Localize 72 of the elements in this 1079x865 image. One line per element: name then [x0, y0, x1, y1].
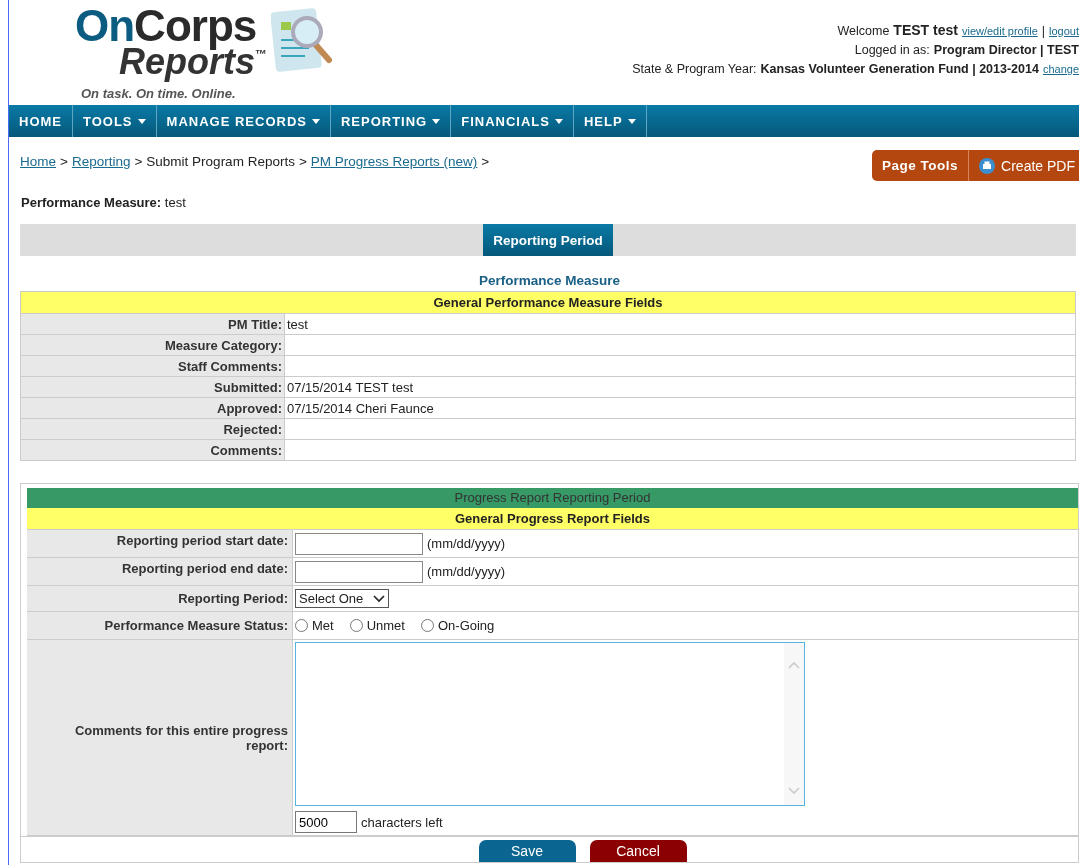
nav-menu-item[interactable]: TOOLS	[73, 105, 157, 137]
heading-label: Performance Measure:	[21, 195, 162, 210]
caret-icon	[137, 118, 146, 124]
field-label: Comments for this entire progress report:	[27, 640, 293, 835]
nav-menu-item[interactable]: HELP	[573, 105, 647, 137]
field-label: Reporting period end date:	[27, 558, 293, 585]
field-label: Staff Comments:	[21, 356, 285, 376]
welcome-text: Welcome	[837, 24, 890, 38]
field-value: test	[287, 316, 308, 332]
radio-label: Unmet	[366, 618, 405, 633]
chevron-icon	[373, 594, 386, 603]
page-tools-button[interactable]: Page Tools	[872, 150, 970, 181]
separator: |	[1041, 24, 1045, 38]
field-label: Reporting Period:	[27, 586, 293, 611]
field-label: Rejected:	[21, 419, 285, 439]
field-label: Comments:	[21, 440, 285, 460]
field-label: Measure Category:	[21, 335, 285, 355]
field-label: Reporting period start date:	[27, 530, 293, 557]
breadcrumb-link[interactable]: Reporting	[71, 154, 131, 169]
program-year-label: State & Program Year:	[632, 62, 757, 76]
counter-label: characters left	[361, 814, 443, 830]
date-field[interactable]	[295, 560, 423, 583]
field-label: Performance Measure Status:	[27, 612, 293, 639]
radio-button[interactable]	[349, 619, 363, 632]
section-title: Performance Measure	[477, 273, 622, 288]
role-value: Program Director | TEST	[933, 43, 1079, 57]
caret-icon	[311, 118, 320, 124]
breadcrumb-text: Submit Program Reports	[146, 154, 295, 169]
breadcrumb-separator: >	[298, 154, 307, 169]
breadcrumb-link[interactable]: PM Progress Reports (new)	[310, 154, 478, 169]
radio-button[interactable]	[420, 619, 434, 632]
breadcrumb-separator: >	[134, 154, 143, 169]
role-label: Logged in as:	[854, 43, 930, 57]
nav-menu-item[interactable]: FINANCIALS	[451, 105, 574, 137]
breadcrumb-separator: >	[60, 154, 68, 169]
characters-counter[interactable]: 5000	[295, 811, 357, 833]
date-format-hint: (mm/dd/yyyy)	[427, 536, 505, 551]
user-name: TEST test	[893, 22, 958, 38]
profile-link[interactable]: view/edit profile	[961, 25, 1038, 37]
nav-menu-item[interactable]: REPORTING	[330, 105, 452, 137]
section-header: Progress Report Reporting Period	[27, 488, 1078, 508]
section-tab[interactable]: Reporting Period	[483, 224, 613, 256]
caret-icon	[554, 118, 563, 124]
radio-button[interactable]	[295, 619, 308, 632]
cancel-button[interactable]: Cancel	[589, 840, 687, 862]
radio-label: On-Going	[437, 618, 495, 633]
date-field[interactable]	[295, 532, 423, 555]
heading-value: test	[164, 195, 186, 210]
program-year-value: Kansas Volunteer Generation Fund | 2013-2014	[760, 62, 1039, 76]
save-button[interactable]: Save	[478, 840, 576, 862]
radio-label: Met	[312, 618, 334, 633]
field-value: 07/15/2014 TEST test	[287, 379, 413, 395]
period-dropdown[interactable]: Select One	[295, 589, 390, 608]
field-label: Submitted:	[21, 377, 285, 397]
trademark-sign: ™	[255, 47, 268, 61]
breadcrumb-separator: >	[481, 154, 490, 169]
section-subtitle: General Performance Measure Fields	[21, 292, 1075, 314]
section-subtitle: General Progress Report Fields	[27, 508, 1078, 530]
field-label: Approved:	[21, 398, 285, 418]
nav-menu-item[interactable]: HOME	[9, 105, 73, 137]
breadcrumb-link[interactable]: Home	[20, 154, 56, 169]
date-format-hint: (mm/dd/yyyy)	[427, 564, 505, 579]
logout-link[interactable]: logout	[1049, 25, 1079, 37]
printer-icon	[979, 157, 996, 174]
caret-icon	[627, 118, 636, 124]
change-link[interactable]: change	[1042, 63, 1079, 75]
caret-icon	[432, 118, 441, 124]
nav-menu-item[interactable]: MANAGE RECORDS	[156, 105, 331, 137]
field-label: PM Title:	[21, 314, 285, 334]
field-value: 07/15/2014 Cheri Faunce	[287, 400, 434, 416]
logo-tagline: On task. On time. Online.	[80, 86, 237, 101]
create-pdf-button[interactable]: Create PDF	[969, 150, 1079, 181]
